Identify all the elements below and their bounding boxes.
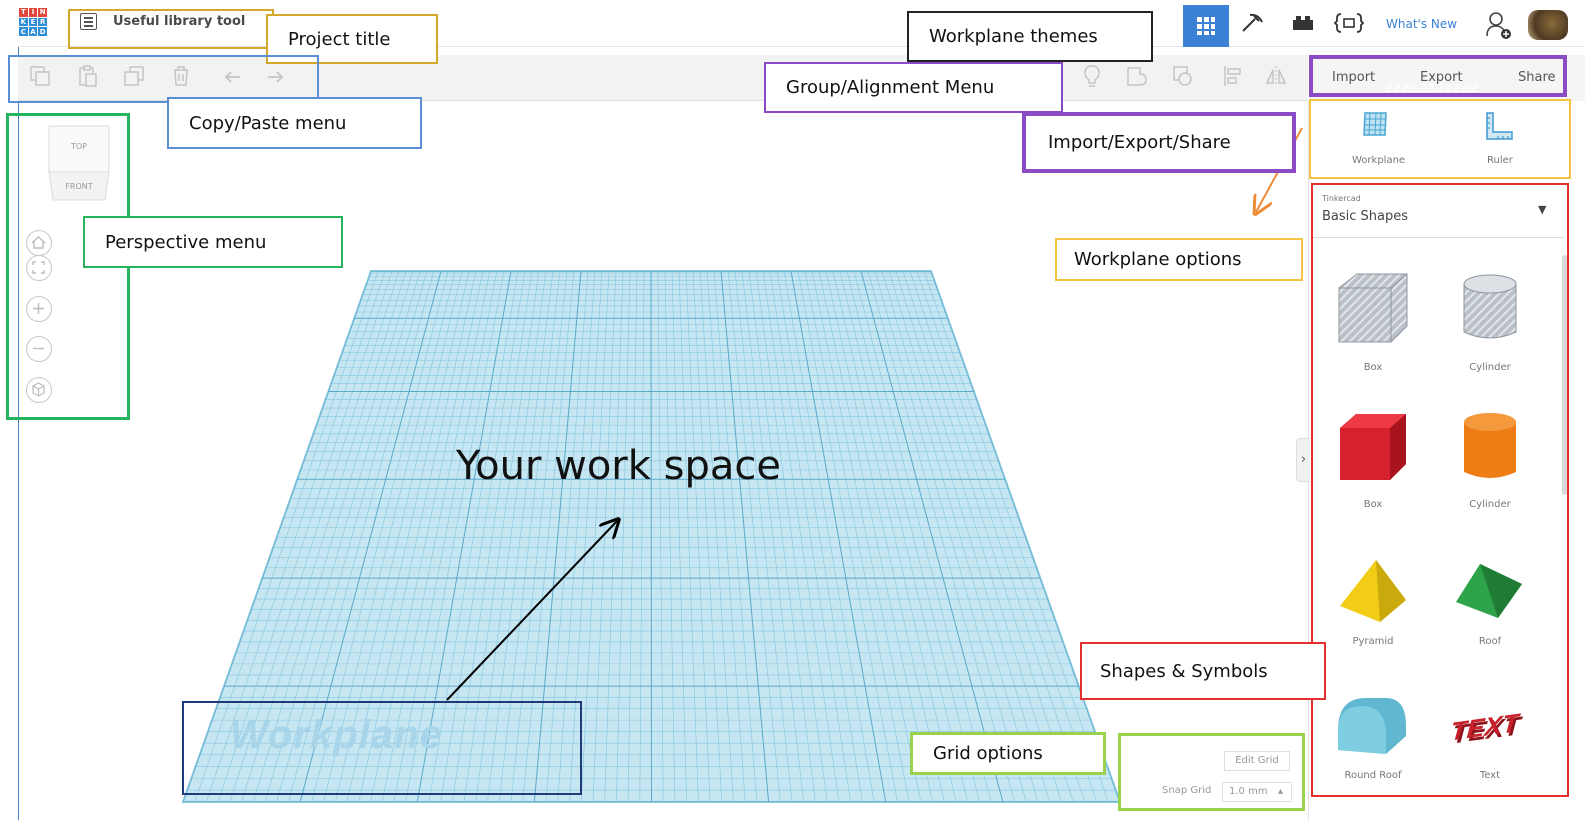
add-user-icon[interactable] [1484, 10, 1514, 40]
logo-letter: R [38, 17, 47, 27]
brick-icon[interactable] [1290, 12, 1316, 34]
collapse-panel-button[interactable]: › [1296, 438, 1310, 482]
light-bulb-icon[interactable] [1081, 64, 1103, 88]
annotation-grid-options: Grid options [910, 732, 1106, 775]
ungroup-icon[interactable] [1171, 64, 1193, 88]
annotation-box-copy-paste [8, 55, 319, 103]
code-blocks-icon[interactable] [1333, 12, 1365, 34]
pickaxe-icon[interactable] [1240, 12, 1266, 34]
logo-letter: K [19, 17, 28, 27]
annotation-group-alignment: Group/Alignment Menu [764, 62, 1063, 113]
annotation-shapes-symbols: Shapes & Symbols [1080, 642, 1326, 700]
mirror-icon[interactable] [1264, 64, 1287, 88]
tinkercad-logo[interactable]: T I N K E R C A D [19, 8, 47, 36]
annotation-workplane-themes: Workplane themes [907, 11, 1153, 62]
annotation-box-grid [1118, 733, 1305, 811]
annotation-perspective: Perspective menu [83, 216, 343, 268]
logo-letter: D [38, 27, 47, 36]
logo-letter: C [19, 27, 28, 36]
logo-letter: T [19, 8, 28, 17]
annotation-box-shapes [1311, 183, 1569, 797]
logo-letter: I [28, 8, 38, 17]
workspace-annotation: Your work space [456, 443, 781, 489]
annotation-box-workplane [182, 701, 582, 795]
annotation-copy-paste: Copy/Paste menu [167, 97, 422, 149]
align-icon[interactable] [1222, 64, 1244, 88]
user-avatar[interactable] [1528, 10, 1568, 40]
annotation-box-workplane-options [1309, 99, 1571, 179]
logo-letter: N [38, 8, 47, 17]
annotation-box-import-export [1309, 55, 1567, 97]
annotation-workplane-options: Workplane options [1055, 238, 1303, 281]
logo-letter: A [28, 27, 38, 36]
annotation-box-project-title [68, 9, 274, 49]
annotation-import-export-share: Import/Export/Share [1022, 112, 1296, 173]
logo-letter: E [28, 17, 38, 27]
grid-icon [1196, 16, 1216, 36]
3d-design-view-button[interactable] [1183, 5, 1229, 47]
whats-new-link[interactable]: What's New [1386, 17, 1457, 31]
group-icon[interactable] [1125, 64, 1147, 88]
